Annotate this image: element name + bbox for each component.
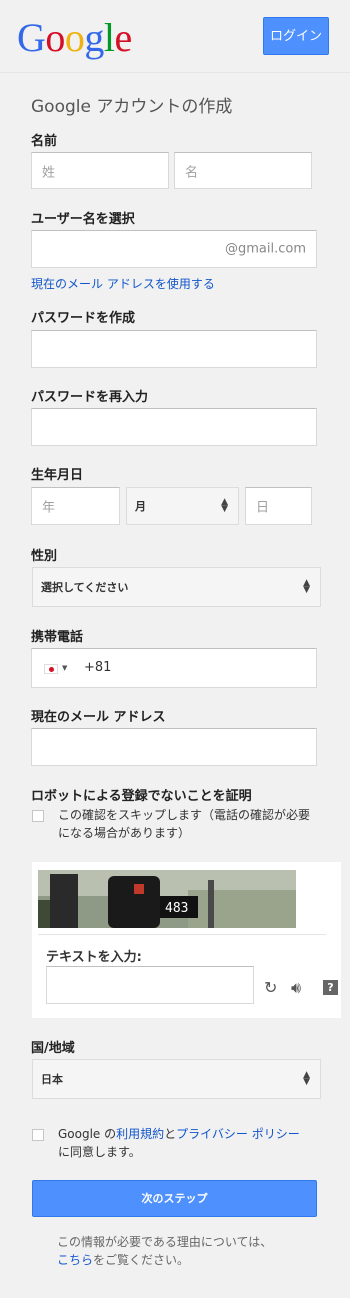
username-input[interactable]: @gmail.com [31,230,317,268]
logo-letter: o [64,15,85,60]
footer-note: この情報が必要である理由については、 こちらをご覧ください。 [57,1233,297,1269]
privacy-policy-link[interactable]: プライバシー ポリシー [176,1127,300,1141]
password-label: パスワードを作成 [31,311,136,326]
next-step-button[interactable]: 次のステップ [32,1180,317,1217]
first-name-input[interactable]: 名 [174,152,312,189]
footer-text: この情報が必要である理由については、 [57,1235,273,1249]
logo-letter: e [114,15,133,60]
robot-label: ロボットによる登録でないことを証明 [31,789,252,804]
updown-arrow-icon: ▲ ▼ [221,497,228,514]
country-select[interactable]: 日本 ▲ ▼ [32,1059,321,1099]
terms-prefix: Google の [58,1127,117,1141]
audio-icon[interactable]: 🔊︎ [291,978,301,998]
country-value: 日本 [41,1073,63,1086]
gmail-suffix: @gmail.com [224,241,306,257]
updown-arrow-icon: ▲ ▼ [303,1070,310,1087]
header-divider [0,72,350,73]
gender-select[interactable]: 選択してください ▲ ▼ [32,567,321,607]
username-label: ユーザー名を選択 [31,212,135,227]
terms-and: と [164,1127,177,1141]
svg-text:483: 483 [165,901,188,916]
chevron-down-icon: ▼ [62,664,68,672]
name-label: 名前 [31,134,58,149]
skip-verification-text: この確認をスキップします（電話の確認が必要になる場合があります） [58,808,311,840]
last-name-input[interactable]: 姓 [31,152,169,189]
skip-verification-checkbox[interactable] [32,810,44,822]
birthday-label: 生年月日 [31,468,84,483]
birth-day-placeholder: 日 [256,500,270,516]
first-name-placeholder: 名 [185,165,199,180]
gender-label: 性別 [31,549,58,564]
password-confirm-input[interactable] [31,408,317,446]
country-label: 国/地域 [31,1041,75,1056]
logo-letter: l [103,15,115,60]
login-button[interactable]: ログイン [263,17,329,55]
page-title: Google アカウントの作成 [31,97,233,117]
password-confirm-label: パスワードを再入力 [31,390,149,405]
captcha-input[interactable] [46,966,254,1004]
phone-input[interactable]: ▼ +81 [31,648,317,688]
captcha-input-label: テキストを入力: [46,950,142,965]
captcha-photo: 483 [38,870,296,928]
terms-text: Google の利用規約とプライバシー ポリシー に同意します。 [58,1125,318,1161]
captcha-divider [38,934,326,935]
password-input[interactable] [31,330,317,368]
help-icon[interactable]: ? [323,980,338,995]
last-name-placeholder: 姓 [42,165,56,180]
terms-link[interactable]: 利用規約 [116,1127,164,1141]
country-flag-dropdown[interactable]: ▼ [42,662,70,676]
refresh-icon[interactable]: ↻ [264,978,277,997]
footer-link[interactable]: こちら [57,1253,93,1267]
phone-prefix: +81 [84,660,112,675]
japan-flag-icon [44,664,58,674]
logo-letter: g [84,15,104,60]
gender-value: 選択してください [41,581,129,594]
use-current-email-link[interactable]: 現在のメール アドレスを使用する [31,275,215,292]
birth-month-value: 月 [135,500,146,513]
captcha-box: 483 テキストを入力: ↻ 🔊︎ ? [32,862,341,1018]
current-email-label: 現在のメール アドレス [31,710,166,725]
header: Google ログイン [0,0,350,72]
logo-letter: o [45,15,65,60]
birth-year-placeholder: 年 [42,500,56,516]
logo-letter: G [17,15,46,60]
birth-month-select[interactable]: 月 ▲ ▼ [126,487,239,525]
terms-suffix: に同意します。 [58,1145,141,1159]
phone-label: 携帯電話 [31,630,84,645]
footer-suffix: をご覧ください。 [93,1253,190,1267]
current-email-input[interactable] [31,728,317,766]
updown-arrow-icon: ▲ ▼ [303,578,310,595]
google-logo[interactable]: Google [17,14,132,61]
birth-day-input[interactable]: 日 [245,487,312,525]
terms-checkbox[interactable] [32,1129,44,1141]
captcha-image: 483 [38,870,296,928]
birth-year-input[interactable]: 年 [31,487,120,525]
